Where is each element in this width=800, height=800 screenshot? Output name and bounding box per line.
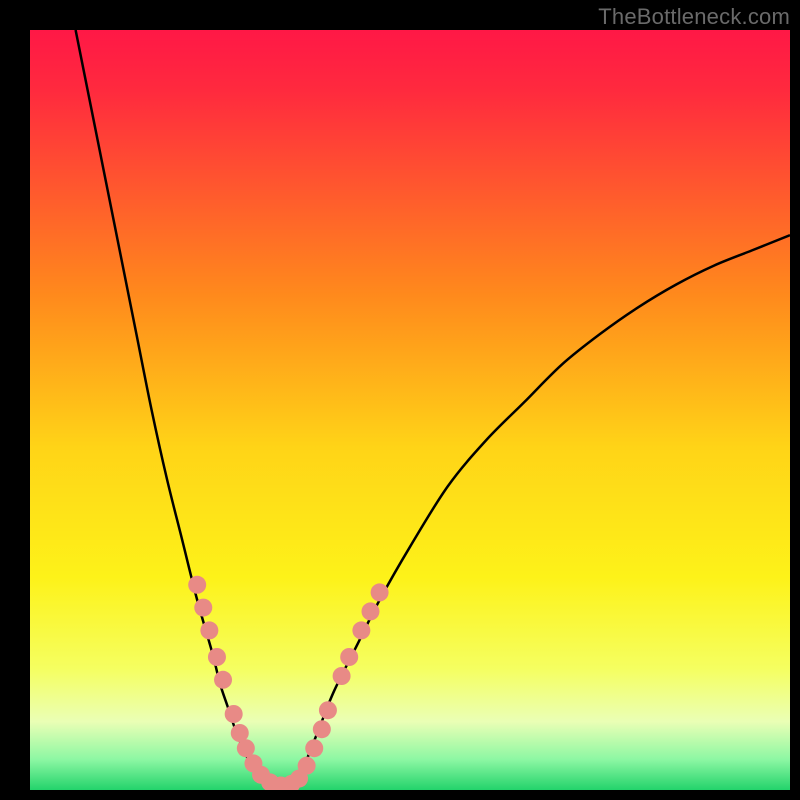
bottleneck-curve bbox=[76, 30, 790, 787]
data-marker bbox=[340, 648, 358, 666]
data-marker bbox=[194, 599, 212, 617]
data-marker bbox=[319, 701, 337, 719]
chart-overlay bbox=[30, 30, 790, 790]
data-marker bbox=[361, 602, 379, 620]
data-marker bbox=[371, 583, 389, 601]
data-marker bbox=[225, 705, 243, 723]
data-marker bbox=[214, 671, 232, 689]
data-marker bbox=[305, 739, 323, 757]
chart-frame: TheBottleneck.com bbox=[0, 0, 800, 800]
data-marker bbox=[333, 667, 351, 685]
watermark-label: TheBottleneck.com bbox=[598, 4, 790, 30]
data-marker bbox=[208, 648, 226, 666]
data-marker bbox=[313, 720, 331, 738]
data-marker bbox=[352, 621, 370, 639]
plot-area bbox=[30, 30, 790, 790]
data-marker bbox=[298, 757, 316, 775]
data-marker bbox=[188, 576, 206, 594]
data-marker bbox=[200, 621, 218, 639]
